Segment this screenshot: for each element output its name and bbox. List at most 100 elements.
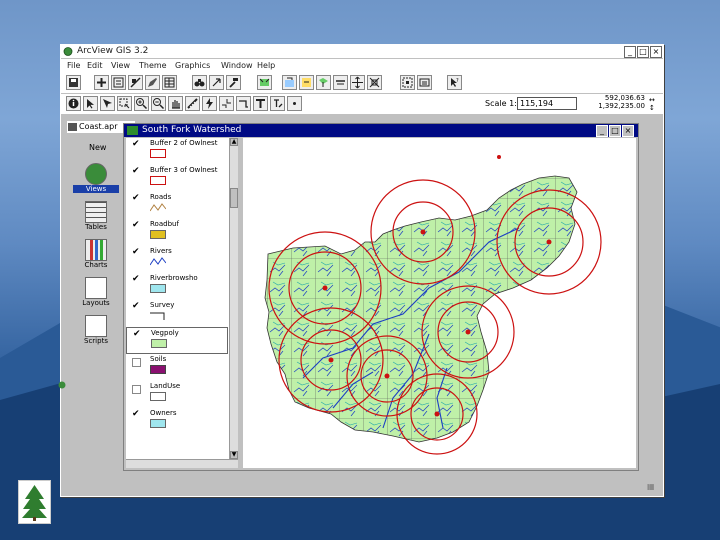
legend-item-owners[interactable]: ✔ Owners — [126, 408, 228, 435]
zoom-full-extent-button[interactable] — [257, 75, 272, 90]
snap-tool[interactable] — [287, 96, 302, 111]
layer-checkbox[interactable]: ✔ — [132, 410, 141, 419]
legend-item-survey[interactable]: ✔ Survey — [126, 300, 228, 327]
polygon-symbol — [150, 365, 166, 374]
scroll-down-arrow-icon[interactable]: ▼ — [230, 451, 238, 459]
map-display[interactable] — [243, 138, 636, 468]
legend-item-soils[interactable]: Soils — [126, 354, 228, 381]
close-button[interactable]: × — [650, 46, 662, 58]
toc-scrollbar[interactable]: ▲ ▼ — [229, 138, 238, 468]
menu-window[interactable]: Window — [221, 61, 253, 70]
measure-tool[interactable] — [185, 96, 200, 111]
open-theme-table-button[interactable] — [162, 75, 177, 90]
layer-checkbox[interactable]: ✔ — [132, 275, 141, 284]
layer-checkbox[interactable] — [132, 385, 141, 394]
project-item-charts[interactable]: Charts — [73, 239, 119, 269]
project-item-label: Scripts — [84, 337, 108, 345]
add-theme-button[interactable] — [94, 75, 109, 90]
zoom-out-tool[interactable] — [151, 96, 166, 111]
scroll-thumb[interactable] — [230, 188, 238, 208]
pan-tool[interactable] — [168, 96, 183, 111]
layer-checkbox[interactable]: ✔ — [132, 302, 141, 311]
new-button[interactable]: New — [89, 143, 106, 152]
draw-line-tool[interactable] — [236, 96, 251, 111]
legend-item-riverbrowsho[interactable]: ✔ Riverbrowsho — [126, 273, 228, 300]
label-tool[interactable] — [270, 96, 285, 111]
app-title: ArcView GIS 3.2 — [77, 46, 149, 56]
view-maximize-button[interactable]: □ — [609, 125, 621, 137]
zoom-in-tool[interactable] — [134, 96, 149, 111]
scale-input[interactable] — [517, 97, 577, 110]
vertex-edit-tool[interactable] — [100, 96, 115, 111]
legend-item-rivers[interactable]: ✔ Rivers — [126, 246, 228, 273]
area-of-interest-tool[interactable] — [219, 96, 234, 111]
globe-icon — [58, 381, 66, 389]
layer-name: Roadbuf — [150, 220, 179, 228]
theme-properties-button[interactable] — [111, 75, 126, 90]
scroll-up-arrow-icon[interactable]: ▲ — [230, 138, 238, 146]
layer-name: Rivers — [150, 247, 172, 255]
view-titlebar[interactable]: South Fork Watershed _ □ × — [124, 124, 638, 137]
layer-name: Survey — [150, 301, 175, 309]
zoom-to-selected-button[interactable] — [299, 75, 314, 90]
save-project-button[interactable] — [66, 75, 81, 90]
layer-checkbox[interactable] — [132, 358, 141, 367]
layer-checkbox[interactable]: ✔ — [132, 221, 141, 230]
layer-checkbox[interactable]: ✔ — [132, 248, 141, 257]
zoom-themes-icon — [285, 77, 294, 87]
layer-name: Roads — [150, 193, 172, 201]
legend-item-roadbuf[interactable]: ✔ Roadbuf — [126, 219, 228, 246]
select-feature-tool[interactable] — [117, 96, 132, 111]
legend-item-vegpoly[interactable]: ✔ Vegpoly — [126, 327, 228, 354]
layer-checkbox[interactable]: ✔ — [132, 167, 141, 176]
menu-help[interactable]: Help — [257, 61, 275, 70]
pointer-tool[interactable] — [83, 96, 98, 111]
resize-grip-icon[interactable]: ▦ — [647, 482, 657, 492]
text-tool[interactable] — [253, 96, 268, 111]
zoom-all-icon — [369, 77, 380, 88]
pencil-button[interactable] — [145, 75, 160, 90]
minimize-button[interactable]: _ — [624, 46, 636, 58]
zoom-in-button[interactable] — [316, 75, 331, 90]
view-title: South Fork Watershed — [142, 125, 242, 135]
toc-horizontal-scrollbar[interactable] — [126, 459, 238, 468]
menu-view[interactable]: View — [111, 61, 130, 70]
project-item-scripts[interactable]: Scripts — [73, 315, 119, 345]
select-features-button[interactable] — [400, 75, 415, 90]
legend-item-buffer3[interactable]: ✔ Buffer 3 of Owlnest — [126, 165, 228, 192]
menu-file[interactable]: File — [67, 61, 80, 70]
clear-selection-button[interactable] — [417, 75, 432, 90]
zoom-to-themes-button[interactable] — [282, 75, 297, 90]
zoom-out-button[interactable] — [333, 75, 348, 90]
locate-address-button[interactable] — [209, 75, 224, 90]
edit-legend-button[interactable] — [128, 75, 143, 90]
legend-item-landuse[interactable]: LandUse — [126, 381, 228, 408]
project-title: Coast.apr — [79, 122, 118, 131]
layer-name: Vegpoly — [151, 329, 179, 337]
identify-tool[interactable] — [66, 96, 81, 111]
project-item-layouts[interactable]: Layouts — [73, 277, 119, 307]
menu-edit[interactable]: Edit — [87, 61, 103, 70]
legend-item-buffer2[interactable]: ✔ Buffer 2 of Owlnest — [126, 138, 228, 165]
menu-bar: File Edit View Theme Graphics Window Hel… — [61, 59, 663, 73]
query-builder-button[interactable] — [226, 75, 241, 90]
layer-checkbox[interactable]: ✔ — [132, 194, 141, 203]
project-item-views[interactable]: Views — [73, 163, 119, 193]
project-item-tables[interactable]: Tables — [73, 201, 119, 231]
help-button[interactable]: ? — [447, 75, 462, 90]
menu-theme[interactable]: Theme — [139, 61, 167, 70]
tree-logo — [18, 480, 51, 524]
zoom-previous-button[interactable] — [350, 75, 365, 90]
view-close-button[interactable]: × — [622, 125, 634, 137]
layer-checkbox[interactable]: ✔ — [133, 330, 142, 339]
find-button[interactable] — [192, 75, 207, 90]
view-minimize-button[interactable]: _ — [596, 125, 608, 137]
hotlink-tool[interactable] — [202, 96, 217, 111]
layer-checkbox[interactable]: ✔ — [132, 140, 141, 149]
globe-icon — [63, 47, 73, 56]
menu-graphics[interactable]: Graphics — [175, 61, 210, 70]
zoom-to-all-button[interactable] — [367, 75, 382, 90]
line-symbol — [150, 257, 166, 266]
maximize-button[interactable]: □ — [637, 46, 649, 58]
legend-item-roads[interactable]: ✔ Roads — [126, 192, 228, 219]
